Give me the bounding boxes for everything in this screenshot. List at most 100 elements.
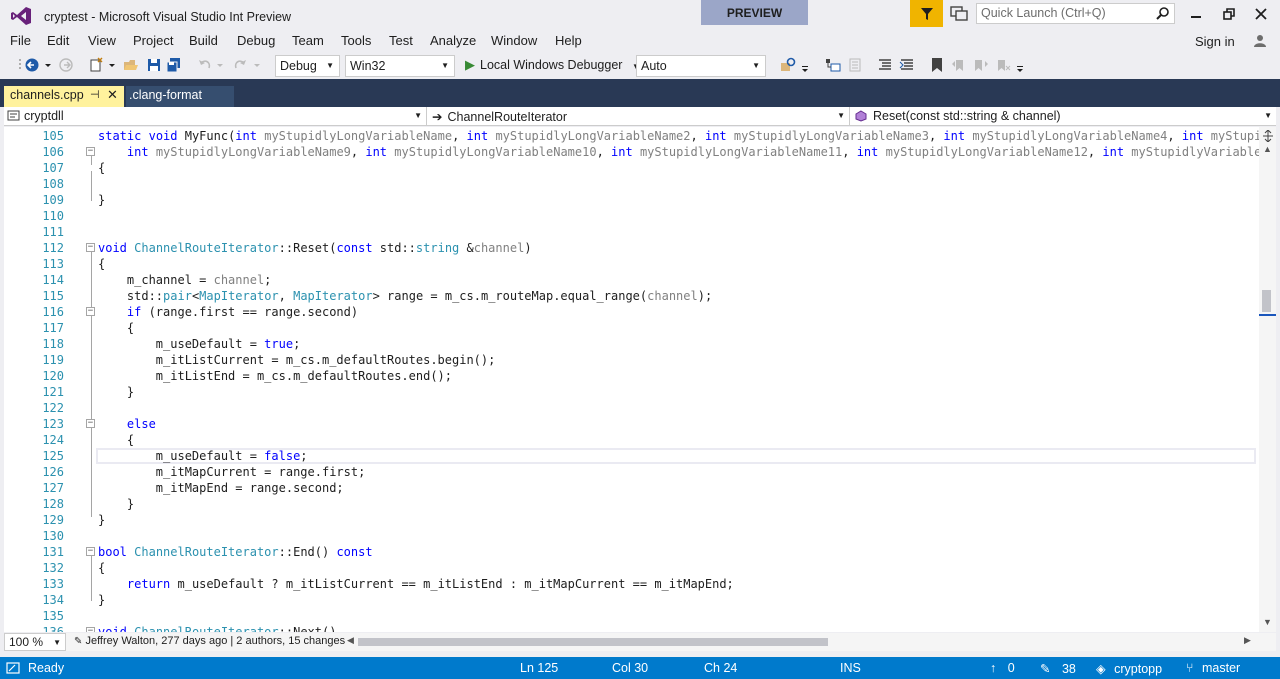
menu-test[interactable]: Test: [389, 33, 413, 48]
code-line[interactable]: 132 {: [4, 560, 1259, 576]
code-line[interactable]: 112 − void ChannelRouteIterator::Reset(con…: [4, 240, 1259, 256]
menu-file[interactable]: File: [10, 33, 31, 48]
next-bookmark-icon[interactable]: [973, 57, 989, 73]
menu-help[interactable]: Help: [555, 33, 582, 48]
branch-picker[interactable]: ⑂ master: [1186, 661, 1240, 675]
undo-dropdown-icon[interactable]: [216, 57, 224, 73]
pin-icon[interactable]: ⊣: [90, 88, 100, 101]
code-line[interactable]: 121 }: [4, 384, 1259, 400]
code-line[interactable]: 133 return m_useDefault ? m_itListCurren…: [4, 576, 1259, 592]
save-icon[interactable]: [146, 57, 162, 73]
zoom-select[interactable]: 100 % ▼: [4, 633, 66, 651]
solution-configuration-select[interactable]: Debug ▼: [275, 55, 340, 77]
horizontal-scroll-thumb[interactable]: [358, 638, 828, 646]
start-debugging-button[interactable]: ▶Local Windows Debugger ▼: [465, 57, 640, 73]
close-tab-icon[interactable]: ✕: [107, 87, 118, 103]
repository-picker[interactable]: ◈ cryptopp: [1096, 661, 1162, 676]
code-line[interactable]: 129}: [4, 512, 1259, 528]
solution-platform-select[interactable]: Win32 ▼: [345, 55, 455, 77]
menu-team[interactable]: Team: [292, 33, 324, 48]
save-all-icon[interactable]: [166, 57, 182, 73]
redo-dropdown-icon[interactable]: [253, 57, 261, 73]
member-dropdown[interactable]: Reset(const std::string & channel) ▼: [852, 107, 1276, 126]
find-in-files-icon[interactable]: [780, 57, 796, 73]
navigate-forward-icon[interactable]: [58, 57, 74, 73]
codelens-authors[interactable]: ✎ Jeffrey Walton, 277 days ago | 2 autho…: [74, 635, 345, 647]
code-line[interactable]: 131 − bool ChannelRouteIterator::End() con…: [4, 544, 1259, 560]
toolbar-overflow-icon[interactable]: [1016, 57, 1024, 73]
code-editor[interactable]: 105 static void MyFunc(int myStupidlyLong…: [4, 127, 1259, 632]
code-line[interactable]: 114 m_channel = channel;: [4, 272, 1259, 288]
code-line[interactable]: 115 std::pair<MapIterator, MapIterator> …: [4, 288, 1259, 304]
code-line[interactable]: 119 m_itListCurrent = m_cs.m_defaultRout…: [4, 352, 1259, 368]
sign-in-link[interactable]: Sign in: [1195, 34, 1235, 49]
open-file-icon[interactable]: [123, 57, 139, 73]
vertical-scrollbar[interactable]: ▲ ▼: [1259, 127, 1276, 632]
code-line[interactable]: 127 m_itMapEnd = range.second;: [4, 480, 1259, 496]
close-button[interactable]: [1252, 6, 1270, 22]
collapse-outline-icon[interactable]: −: [86, 147, 95, 156]
code-line[interactable]: 118 m_useDefault = true;: [4, 336, 1259, 352]
undo-icon[interactable]: [197, 57, 213, 73]
menu-analyze[interactable]: Analyze: [430, 33, 476, 48]
code-line[interactable]: 107 {: [4, 160, 1259, 176]
back-dropdown-icon[interactable]: [44, 57, 52, 73]
redo-icon[interactable]: [232, 57, 248, 73]
scroll-right-icon[interactable]: ▶: [1244, 635, 1251, 646]
previous-bookmark-icon[interactable]: [951, 57, 967, 73]
unpublished-commits[interactable]: ↑ 0: [990, 661, 1015, 675]
scroll-left-icon[interactable]: ◀: [347, 635, 354, 646]
scope-dropdown[interactable]: ➔ ChannelRouteIterator ▼: [429, 107, 850, 126]
new-project-icon[interactable]: [88, 57, 104, 73]
uncomment-lines-icon[interactable]: [899, 57, 915, 73]
code-line[interactable]: 110: [4, 208, 1259, 224]
restore-button[interactable]: [1220, 6, 1238, 22]
collapse-outline-icon[interactable]: −: [86, 627, 95, 632]
menu-build[interactable]: Build: [189, 33, 218, 48]
properties-disabled-icon[interactable]: [847, 57, 863, 73]
collapse-outline-icon[interactable]: −: [86, 243, 95, 252]
menu-debug[interactable]: Debug: [237, 33, 275, 48]
feedback-icon[interactable]: [950, 5, 968, 21]
code-line[interactable]: 120 m_itListEnd = m_cs.m_defaultRoutes.e…: [4, 368, 1259, 384]
menu-project[interactable]: Project: [133, 33, 173, 48]
code-line[interactable]: 108: [4, 176, 1259, 192]
code-line[interactable]: 109}: [4, 192, 1259, 208]
collapse-outline-icon[interactable]: −: [86, 307, 95, 316]
pending-changes[interactable]: ✎ 38: [1040, 661, 1076, 676]
vertical-scroll-thumb[interactable]: [1262, 290, 1271, 312]
code-line[interactable]: 111: [4, 224, 1259, 240]
scroll-up-icon[interactable]: ▲: [1263, 144, 1272, 154]
user-feedback-icon[interactable]: [1252, 34, 1268, 48]
code-line[interactable]: 130: [4, 528, 1259, 544]
notification-filter-button[interactable]: [910, 0, 943, 27]
comment-lines-icon[interactable]: [877, 57, 893, 73]
toolbar-overflow-icon[interactable]: [801, 57, 809, 73]
code-line[interactable]: 106 − int myStupidlyLongVariableName9, in…: [4, 144, 1259, 160]
code-line[interactable]: 134}: [4, 592, 1259, 608]
code-line[interactable]: 135: [4, 608, 1259, 624]
menu-view[interactable]: View: [88, 33, 116, 48]
code-line[interactable]: 124 {: [4, 432, 1259, 448]
code-line[interactable]: 125 m_useDefault = false;: [4, 448, 1259, 464]
collapse-outline-icon[interactable]: −: [86, 547, 95, 556]
code-line[interactable]: 105 static void MyFunc(int myStupidlyLong…: [4, 128, 1259, 144]
scroll-down-icon[interactable]: ▼: [1263, 617, 1272, 627]
debugger-mode-select[interactable]: Auto ▼: [636, 55, 766, 77]
menu-edit[interactable]: Edit: [47, 33, 69, 48]
tab-channels-cpp[interactable]: channels.cpp ⊣ ✕: [4, 86, 124, 107]
minimize-button[interactable]: [1187, 6, 1205, 22]
code-line[interactable]: 126 m_itMapCurrent = range.first;: [4, 464, 1259, 480]
new-dropdown-icon[interactable]: [108, 57, 116, 73]
code-line[interactable]: 136 − void ChannelRouteIterator::Next(): [4, 624, 1259, 632]
navigate-back-icon[interactable]: [24, 57, 40, 73]
insert-mode-indicator[interactable]: INS: [840, 661, 861, 675]
project-dropdown[interactable]: cryptdll ▼: [4, 107, 427, 126]
code-line[interactable]: 113 {: [4, 256, 1259, 272]
tab-clang-format[interactable]: .clang-format: [126, 86, 234, 107]
code-line[interactable]: 128 }: [4, 496, 1259, 512]
clear-bookmarks-icon[interactable]: [995, 57, 1011, 73]
quick-launch-input[interactable]: Quick Launch (Ctrl+Q): [976, 3, 1175, 24]
bookmark-icon[interactable]: [929, 57, 945, 73]
menu-window[interactable]: Window: [491, 33, 537, 48]
